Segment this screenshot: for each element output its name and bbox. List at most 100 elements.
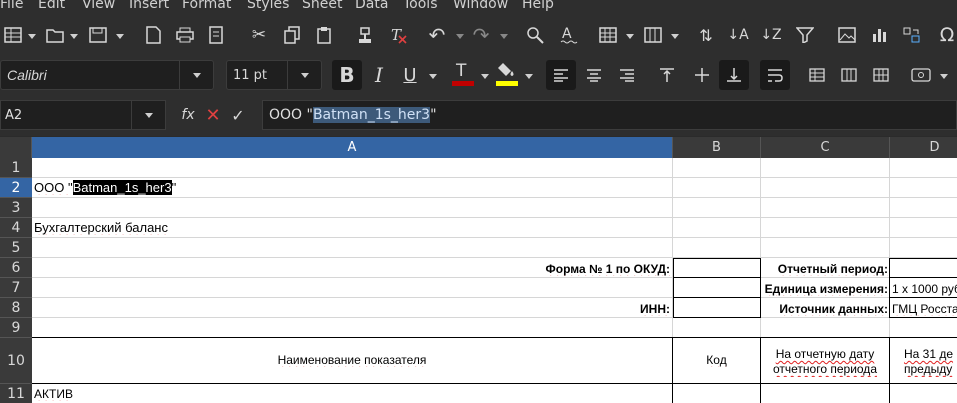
export-pdf-icon[interactable] xyxy=(142,21,164,49)
cell-a4[interactable]: Бухгалтерский баланс xyxy=(34,220,168,235)
open-folder-icon[interactable] xyxy=(44,21,66,49)
save-icon[interactable] xyxy=(87,21,109,49)
cell-d8[interactable]: ГМЦ Росстат xyxy=(892,302,957,316)
row-header-6[interactable]: 6 xyxy=(0,258,32,278)
insert-chart-icon[interactable] xyxy=(869,21,891,49)
clone-formatting-icon[interactable] xyxy=(354,21,376,49)
align-middle-icon[interactable] xyxy=(690,61,714,89)
cell-a2[interactable]: ООО "Batman_1s_her3" xyxy=(34,180,176,195)
name-box[interactable]: A2 xyxy=(0,100,166,130)
row-icon[interactable] xyxy=(597,21,619,49)
row-header-3[interactable]: 3 xyxy=(0,198,32,218)
cell-c6[interactable]: Отчетный период: xyxy=(761,262,888,276)
row-header-7[interactable]: 7 xyxy=(0,278,32,298)
menu-file[interactable]: File xyxy=(0,0,23,12)
unmerge-cells-icon[interactable] xyxy=(837,61,861,89)
cell-a8[interactable]: ИНН: xyxy=(34,302,670,316)
menu-insert[interactable]: Insert xyxy=(129,0,169,12)
chevron-down-icon[interactable] xyxy=(287,61,321,89)
cell-c7[interactable]: Единица измерения: xyxy=(761,282,888,296)
chevron-down-icon[interactable] xyxy=(671,34,679,39)
spreadsheet-grid[interactable]: A B C D 1 2 3 4 5 6 7 8 9 10 11 ООО "Bat… xyxy=(0,137,957,403)
spelling-icon[interactable]: A xyxy=(558,21,580,49)
chevron-down-icon[interactable] xyxy=(179,61,213,89)
row-header-4[interactable]: 4 xyxy=(0,218,32,238)
chevron-down-icon[interactable] xyxy=(456,34,464,39)
find-replace-icon[interactable] xyxy=(524,21,546,49)
column-header-a[interactable]: A xyxy=(32,137,673,158)
print-preview-icon[interactable] xyxy=(205,21,227,49)
wrap-text-icon[interactable] xyxy=(760,60,790,90)
number-format-icon[interactable] xyxy=(909,61,933,89)
column-header-c[interactable]: C xyxy=(761,137,890,158)
sort-icon[interactable]: ⇅ xyxy=(695,21,717,49)
align-top-icon[interactable] xyxy=(655,61,679,89)
row-header-1[interactable]: 1 xyxy=(0,158,32,178)
chevron-down-icon[interactable] xyxy=(525,74,533,79)
select-all-corner[interactable] xyxy=(0,137,32,158)
menu-sheet[interactable]: Sheet xyxy=(302,0,342,12)
pivot-table-icon[interactable] xyxy=(901,21,923,49)
special-character-icon[interactable]: Ω xyxy=(936,21,957,49)
menu-format[interactable]: Format xyxy=(182,0,231,12)
undo-icon[interactable]: ↶ xyxy=(426,21,448,49)
highlight-color-icon[interactable] xyxy=(494,59,520,87)
row-header-2[interactable]: 2 xyxy=(0,178,32,198)
chevron-down-icon[interactable] xyxy=(940,74,948,79)
cut-icon[interactable]: ✂ xyxy=(248,21,270,49)
menu-help[interactable]: Help xyxy=(522,0,554,12)
cell-a10[interactable]: Наименование показателя xyxy=(32,353,672,367)
cell-b10[interactable]: Код xyxy=(673,353,760,367)
menu-view[interactable]: View xyxy=(82,0,115,12)
redo-icon[interactable]: ↷ xyxy=(470,21,492,49)
italic-icon[interactable]: I xyxy=(367,61,391,89)
row-header-11[interactable]: 11 xyxy=(0,384,32,403)
align-right-icon[interactable] xyxy=(615,61,639,89)
menu-edit[interactable]: Edit xyxy=(38,0,65,12)
chevron-down-icon[interactable] xyxy=(131,101,165,129)
cell-a11[interactable]: АКТИВ xyxy=(34,387,73,401)
inn-cell[interactable] xyxy=(673,297,761,318)
font-name-box[interactable]: Calibri xyxy=(0,60,214,90)
formula-input[interactable]: ООО " Batman_1s_her3 " xyxy=(262,100,957,130)
chevron-down-icon[interactable] xyxy=(481,74,489,79)
column-icon[interactable] xyxy=(642,21,664,49)
autofilter-icon[interactable] xyxy=(794,21,816,49)
row-header-10[interactable]: 10 xyxy=(0,338,32,384)
cell-c8[interactable]: Источник данных: xyxy=(761,302,888,316)
cancel-icon[interactable]: ✕ xyxy=(203,101,223,129)
chevron-down-icon[interactable] xyxy=(70,34,78,39)
chevron-down-icon[interactable] xyxy=(626,34,634,39)
blank-code-cell[interactable] xyxy=(673,277,761,298)
paste-icon[interactable] xyxy=(313,21,335,49)
merge-cells-icon[interactable] xyxy=(805,61,829,89)
chevron-down-icon[interactable] xyxy=(429,74,437,79)
font-size-box[interactable]: 11 pt xyxy=(226,60,322,90)
row-header-9[interactable]: 9 xyxy=(0,318,32,338)
chevron-down-icon[interactable] xyxy=(28,34,36,39)
column-header-d[interactable]: D xyxy=(890,137,957,158)
cell-a6[interactable]: Форма № 1 по ОКУД: xyxy=(34,262,670,276)
underline-icon[interactable]: U xyxy=(398,61,422,89)
menu-data[interactable]: Data xyxy=(355,0,388,12)
function-wizard-icon[interactable]: fx xyxy=(178,101,198,129)
print-icon[interactable] xyxy=(174,21,196,49)
menu-window[interactable]: Window xyxy=(453,0,508,12)
table-icon[interactable] xyxy=(2,21,24,49)
chevron-down-icon[interactable] xyxy=(500,34,508,39)
align-left-icon[interactable] xyxy=(546,60,576,90)
chevron-down-icon[interactable] xyxy=(116,34,124,39)
clear-formatting-icon[interactable]: T xyxy=(387,21,409,49)
cell-d10[interactable]: На 31 де предыду xyxy=(904,347,957,377)
menu-styles[interactable]: Styles xyxy=(247,0,289,12)
accept-icon[interactable]: ✓ xyxy=(228,101,248,129)
column-header-b[interactable]: B xyxy=(673,137,761,158)
align-bottom-icon[interactable] xyxy=(719,60,749,90)
borders-icon[interactable] xyxy=(869,61,893,89)
row-header-5[interactable]: 5 xyxy=(0,238,32,258)
period-cell[interactable] xyxy=(889,258,957,278)
cell-c10[interactable]: На отчетную дату отчетного периода xyxy=(761,347,889,377)
menu-tools[interactable]: Tools xyxy=(403,0,438,12)
row-header-8[interactable]: 8 xyxy=(0,298,32,318)
bold-icon[interactable]: B xyxy=(332,60,362,90)
